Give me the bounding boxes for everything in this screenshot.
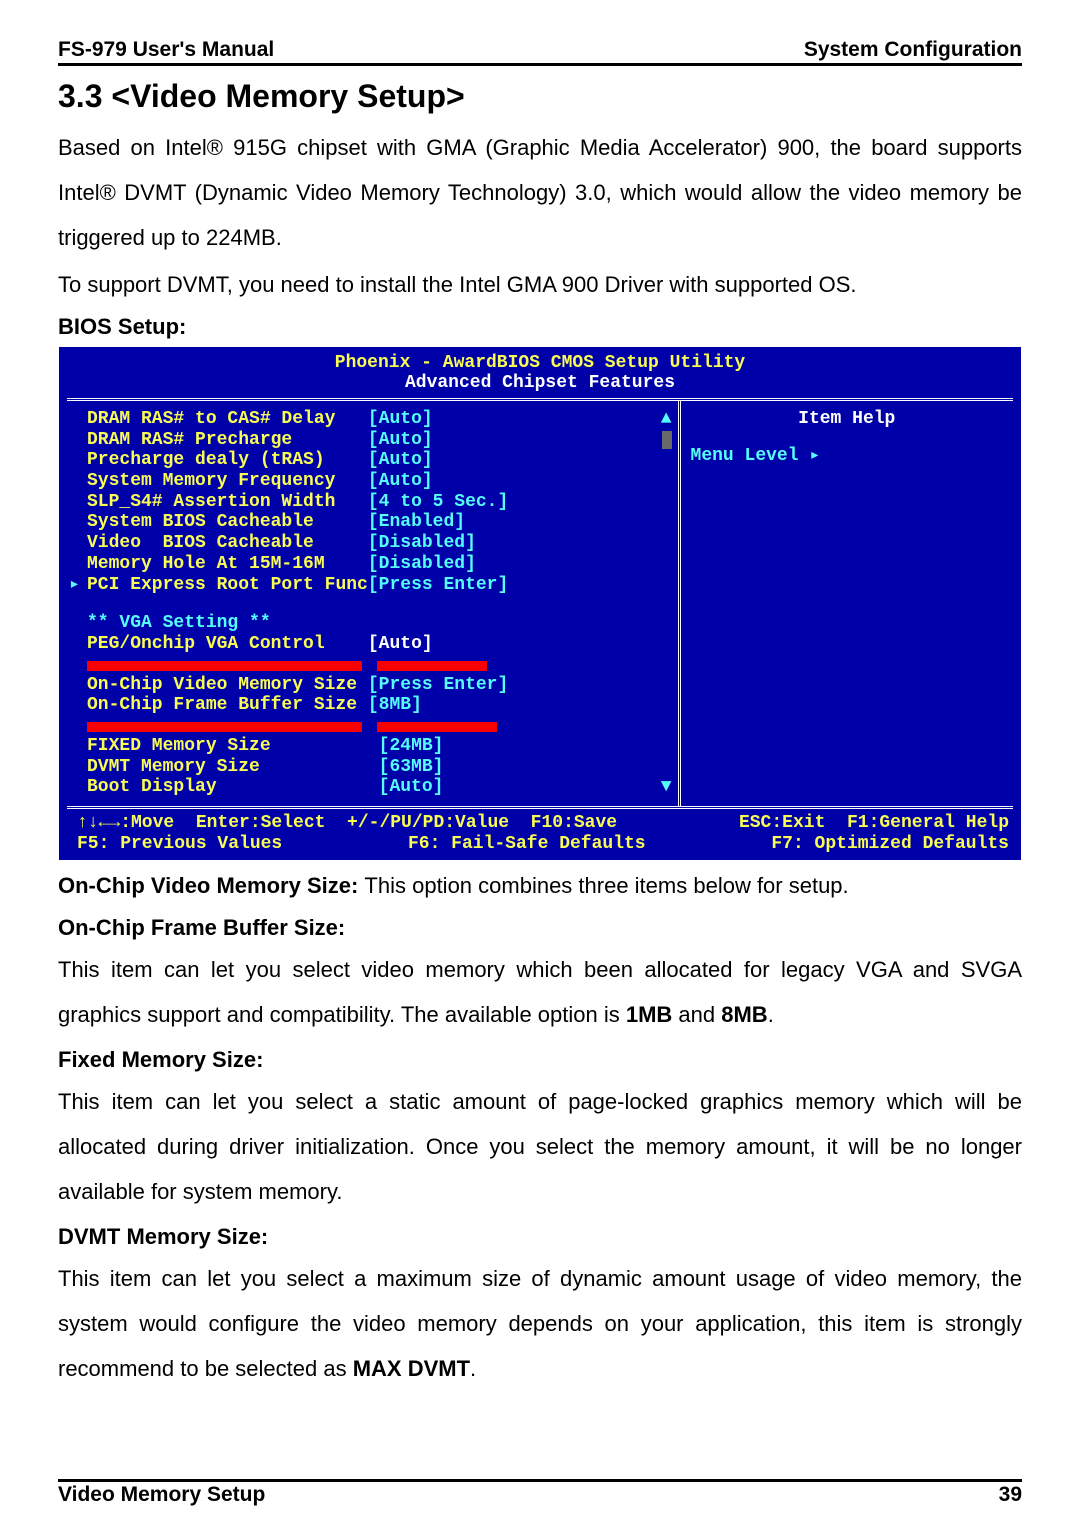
- scroll-up-icon: ▲: [661, 409, 672, 430]
- bios-menu-level: Menu Level ▸: [691, 446, 1003, 467]
- text-bold: 1MB: [626, 1002, 672, 1027]
- bios-footer-optimized: F7: Optimized Defaults: [771, 834, 1009, 855]
- bios-footer-nav: ↑↓←→:Move Enter:Select +/-/PU/PD:Value F…: [77, 813, 617, 834]
- bios-item-peg-onchip[interactable]: PEG/Onchip VGA Control: [87, 634, 325, 654]
- footer-left: Video Memory Setup: [58, 1483, 265, 1507]
- text-span: .: [470, 1356, 476, 1381]
- bios-item-precharge-delay[interactable]: Precharge dealy (tRAS): [87, 450, 325, 470]
- desc-fms-label: Fixed Memory Size:: [58, 1047, 1022, 1073]
- bios-val: [Disabled]: [368, 554, 476, 574]
- bios-red-highlight-2: [87, 716, 674, 736]
- expand-arrow-icon: ▸: [69, 575, 80, 596]
- bios-title-line2: Advanced Chipset Features: [67, 373, 1013, 394]
- desc-dvmt-label: DVMT Memory Size:: [58, 1224, 1022, 1250]
- header-right: System Configuration: [804, 38, 1022, 62]
- bios-left-panel: ▲ ▼ DRAM RAS# to CAS# Delay [Auto] DRAM …: [67, 401, 681, 806]
- desc-fms-text: This item can let you select a static am…: [58, 1079, 1022, 1214]
- bios-item-onchip-vms[interactable]: On-Chip Video Memory Size: [87, 675, 357, 695]
- bios-val: [Press Enter]: [368, 575, 508, 595]
- text-span: This item can let you select a maximum s…: [58, 1266, 1022, 1381]
- bios-item-onchip-fbs[interactable]: On-Chip Frame Buffer Size: [87, 695, 357, 715]
- desc-ocvms-text: This option combines three items below f…: [364, 873, 848, 898]
- scroll-down-icon: ▼: [661, 777, 672, 798]
- text-bold: MAX DVMT: [353, 1356, 470, 1381]
- bios-help-panel: Item Help Menu Level ▸: [681, 401, 1013, 806]
- bios-red-highlight-1: [87, 655, 674, 675]
- bios-val: [Auto]: [368, 409, 433, 429]
- desc-ocvms: On-Chip Video Memory Size: This option c…: [58, 867, 1022, 904]
- text-bold: 8MB: [721, 1002, 767, 1027]
- bios-footer: ↑↓←→:Move Enter:Select +/-/PU/PD:Value F…: [67, 806, 1013, 856]
- bios-val: [Enabled]: [368, 512, 465, 532]
- bios-val: [Press Enter]: [368, 675, 508, 695]
- intro-paragraph-1: Based on Intel® 915G chipset with GMA (G…: [58, 125, 1022, 260]
- text-span: and: [672, 1002, 721, 1027]
- section-title: 3.3 <Video Memory Setup>: [58, 78, 1022, 115]
- bios-item-fixed-mem[interactable]: FIXED Memory Size: [87, 736, 271, 756]
- scroll-track: [662, 431, 672, 449]
- bios-item-sys-mem-freq[interactable]: System Memory Frequency: [87, 471, 335, 491]
- bios-footer-failsafe: F6: Fail-Safe Defaults: [408, 834, 646, 855]
- bios-item-boot-display[interactable]: Boot Display: [87, 777, 217, 797]
- bios-title-line1: Phoenix - AwardBIOS CMOS Setup Utility: [67, 353, 1013, 374]
- bios-val: [Auto]: [368, 634, 433, 654]
- desc-ocfb-text: This item can let you select video memor…: [58, 947, 1022, 1037]
- footer-page-number: 39: [999, 1483, 1022, 1507]
- bios-val: [24MB]: [379, 736, 444, 756]
- bios-item-mem-hole[interactable]: Memory Hole At 15M-16M: [87, 554, 325, 574]
- bios-item-sys-bios-cache[interactable]: System BIOS Cacheable: [87, 512, 314, 532]
- bios-help-title: Item Help: [691, 409, 1003, 430]
- bios-footer-exit: ESC:Exit F1:General Help: [739, 813, 1009, 834]
- page-footer: Video Memory Setup 39: [58, 1479, 1022, 1507]
- bios-val: [Auto]: [368, 450, 433, 470]
- header-left: FS-979 User's Manual: [58, 38, 274, 62]
- intro-paragraph-2: To support DVMT, you need to install the…: [58, 266, 1022, 303]
- page-header: FS-979 User's Manual System Configuratio…: [58, 38, 1022, 66]
- bios-item-video-bios-cache[interactable]: Video BIOS Cacheable: [87, 533, 314, 553]
- bios-vga-heading: ** VGA Setting **: [87, 613, 674, 634]
- bios-val: [Auto]: [368, 430, 433, 450]
- bios-setup-label: BIOS Setup:: [58, 314, 1022, 340]
- bios-val: [63MB]: [379, 757, 444, 777]
- text-span: This item can let you select video memor…: [58, 957, 1022, 1027]
- bios-screen: Phoenix - AwardBIOS CMOS Setup Utility A…: [58, 346, 1022, 862]
- bios-item-pci-express[interactable]: PCI Express Root Port Func: [87, 575, 368, 595]
- desc-ocfb-label: On-Chip Frame Buffer Size:: [58, 915, 1022, 941]
- bios-item-dram-ras-precharge[interactable]: DRAM RAS# Precharge: [87, 430, 292, 450]
- bios-item-dvmt-mem[interactable]: DVMT Memory Size: [87, 757, 260, 777]
- desc-ocvms-label: On-Chip Video Memory Size:: [58, 873, 364, 898]
- bios-val: [Disabled]: [368, 533, 476, 553]
- bios-val: [8MB]: [368, 695, 422, 715]
- bios-val: [4 to 5 Sec.]: [368, 492, 508, 512]
- desc-dvmt-text: This item can let you select a maximum s…: [58, 1256, 1022, 1391]
- text-span: .: [768, 1002, 774, 1027]
- bios-item-dram-ras-cas[interactable]: DRAM RAS# to CAS# Delay: [87, 409, 335, 429]
- bios-val: [Auto]: [379, 777, 444, 797]
- bios-footer-prev: F5: Previous Values: [77, 834, 282, 855]
- bios-item-slp-s4[interactable]: SLP_S4# Assertion Width: [87, 492, 335, 512]
- bios-val: [Auto]: [368, 471, 433, 491]
